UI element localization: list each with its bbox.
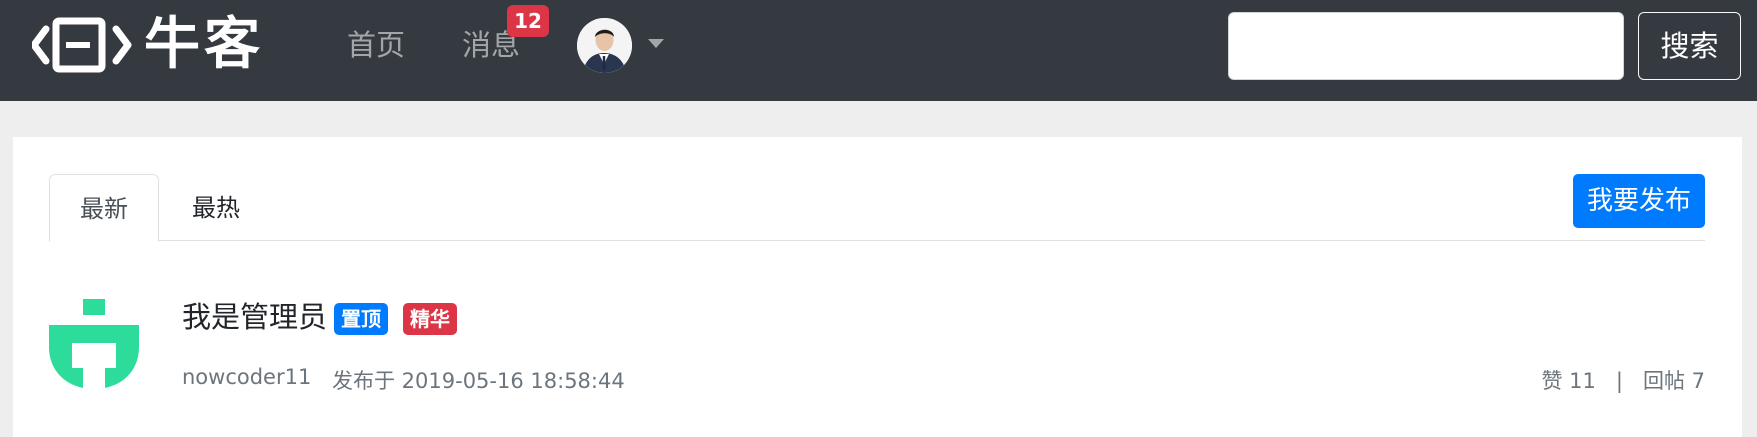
sort-tabs [49, 174, 1705, 241]
user-menu-caret-icon[interactable] [648, 39, 664, 48]
pinned-tag: 置顶 [334, 303, 388, 335]
tab-latest[interactable]: 最新 [49, 174, 159, 242]
stats-separator: | [1615, 369, 1623, 393]
brand-logo[interactable]: 牛客 [32, 13, 268, 77]
reply-count: 回帖 7 [1642, 369, 1705, 393]
user-photo-icon [577, 18, 632, 73]
message-count-badge: 12 [507, 5, 549, 37]
brand-text: 牛客 [144, 12, 264, 77]
user-avatar[interactable] [577, 18, 632, 73]
publish-button[interactable]: 我要发布 [1573, 174, 1705, 228]
post-author[interactable]: nowcoder11 [182, 365, 311, 389]
logo-mark-icon [32, 17, 132, 73]
post-title[interactable]: 我是管理员 [182, 296, 327, 338]
tab-hottest[interactable]: 最热 [161, 174, 271, 242]
like-count: 赞 11 [1541, 369, 1596, 393]
featured-tag: 精华 [403, 303, 457, 335]
default-avatar-icon [49, 299, 139, 389]
search-input[interactable] [1228, 12, 1624, 80]
post-stats: 赞 11 | 回帖 7 [1541, 365, 1705, 395]
post-time: 发布于 2019-05-16 18:58:44 [332, 369, 625, 393]
search-button[interactable]: 搜索 [1638, 12, 1741, 80]
post-author-avatar[interactable] [49, 299, 139, 389]
nav-link-home[interactable]: 首页 [347, 22, 405, 68]
top-navbar: 牛客 首页 消息 12 搜索 [0, 0, 1757, 101]
